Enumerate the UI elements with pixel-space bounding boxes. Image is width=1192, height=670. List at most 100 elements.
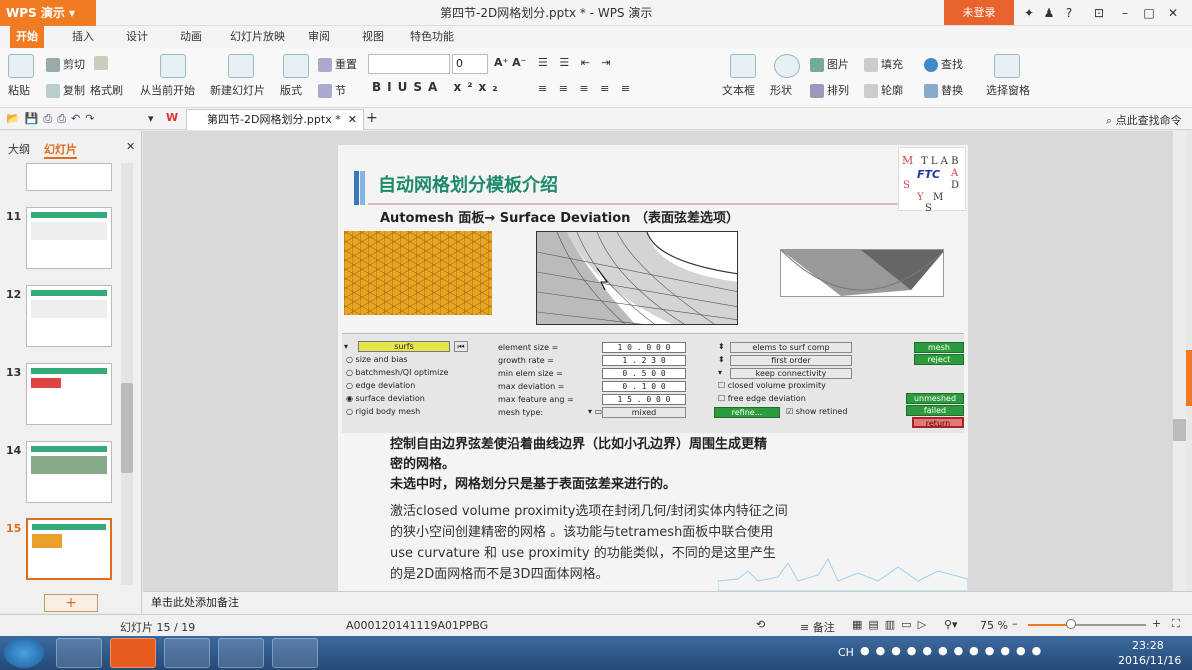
tab-view[interactable]: 视图 <box>356 26 390 48</box>
dropdown-icon[interactable]: ▾ <box>718 368 722 377</box>
app-3[interactable] <box>164 638 210 668</box>
paste-button[interactable]: 粘贴 <box>8 82 30 98</box>
textbox-icon[interactable] <box>730 54 756 78</box>
shirt-icon[interactable]: ♟ <box>1040 4 1058 22</box>
canvas-scrollbar[interactable] <box>1173 131 1186 591</box>
maximize-icon[interactable]: □ <box>1140 4 1158 22</box>
toggle-icon[interactable]: ⬍ <box>718 355 725 364</box>
zoom-fit-icon[interactable]: ⚲▾ <box>944 618 958 631</box>
refine-button[interactable]: refine... <box>714 407 780 418</box>
command-search[interactable]: ⌕ 点此查找命令 <box>1106 112 1182 128</box>
paste-icon[interactable] <box>8 54 34 78</box>
zoom-in-icon[interactable]: + <box>1152 617 1161 630</box>
toggle-icon[interactable]: ⬍ <box>718 342 725 351</box>
notes-area[interactable]: 单击此处添加备注 <box>143 591 1192 614</box>
free-edge-deviation-checkbox[interactable]: ☐ free edge deviation <box>718 394 806 403</box>
radio-edge-deviation[interactable]: ○ edge deviation <box>346 381 415 390</box>
from-current-button[interactable]: 从当前开始 <box>140 82 195 98</box>
zoom-out-icon[interactable]: – <box>1012 617 1018 630</box>
fill-button[interactable]: 填充 <box>864 56 903 72</box>
clock-time[interactable]: 23:28 <box>1132 639 1164 652</box>
radio-batchmesh[interactable]: ○ batchmesh/QI optimize <box>346 368 448 377</box>
slide-thumb-14[interactable] <box>26 441 112 503</box>
layout-button[interactable]: 版式 <box>280 82 302 98</box>
tab-features[interactable]: 特色功能 <box>404 26 460 48</box>
return-button[interactable]: return <box>912 417 964 428</box>
keep-connectivity-select[interactable]: keep connectivity <box>730 368 852 379</box>
restore-ribbon-icon[interactable]: ⊡ <box>1090 4 1108 22</box>
font-style-group[interactable]: BIUSA x²x₂ <box>372 80 503 94</box>
notes-toggle[interactable]: ≡ 备注 <box>800 619 835 635</box>
reset-button[interactable]: 重置 <box>318 56 357 72</box>
first-order-toggle[interactable]: first order <box>730 355 852 366</box>
wps-menu-button[interactable]: WPS 演示 ▾ <box>0 0 96 26</box>
arrange-button[interactable]: 排列 <box>810 82 849 98</box>
wps-app[interactable] <box>110 638 156 668</box>
document-tab[interactable]: 第四节-2D网格划分.pptx * ✕ <box>186 109 364 130</box>
reject-button[interactable]: reject <box>914 354 964 365</box>
outline-button[interactable]: 轮廓 <box>864 82 903 98</box>
surfs-selector[interactable]: surfs <box>358 341 450 352</box>
font-name-input[interactable] <box>368 54 450 74</box>
language-indicator[interactable]: CH <box>838 646 854 659</box>
format-painter-button[interactable]: 格式刷 <box>90 82 123 98</box>
copy-button[interactable]: 复制 <box>46 82 85 98</box>
mesh-type-select[interactable]: mixed <box>602 407 686 418</box>
section-button[interactable]: 节 <box>318 82 346 98</box>
tab-review[interactable]: 审阅 <box>302 26 336 48</box>
view-buttons[interactable]: ▦▤▥▭▷ <box>852 618 932 631</box>
reset-selection-icon[interactable]: ⏮ <box>454 341 468 352</box>
min-elem-size-field[interactable]: 0 . 5 0 0 <box>602 368 686 379</box>
tab-slides[interactable]: 幻灯片 <box>44 141 77 159</box>
failed-button[interactable]: failed <box>906 405 964 416</box>
explorer-app[interactable] <box>56 638 102 668</box>
slide-thumb-13[interactable] <box>26 363 112 425</box>
shape-icon[interactable] <box>774 54 800 78</box>
tab-insert[interactable]: 插入 <box>66 26 100 48</box>
picture-button[interactable]: 图片 <box>810 56 849 72</box>
list-icons[interactable]: ☰ ☰ ⇤ ⇥ <box>538 56 615 69</box>
slide-thumb-10[interactable] <box>26 163 112 191</box>
tab-animation[interactable]: 动画 <box>174 26 208 48</box>
textbox-button[interactable]: 文本框 <box>722 82 755 98</box>
skin-icon[interactable]: ✦ <box>1020 4 1038 22</box>
align-icons[interactable]: ≡ ≡ ≡ ≡ ≡ <box>538 82 634 95</box>
new-tab-icon[interactable]: + <box>366 110 378 126</box>
start-button[interactable] <box>4 638 44 668</box>
new-slide-icon[interactable] <box>228 54 254 78</box>
select-pane-icon[interactable] <box>994 54 1020 78</box>
shape-button[interactable]: 形状 <box>770 82 792 98</box>
mesh-button[interactable]: mesh <box>914 342 964 353</box>
quick-dropdown-icon[interactable]: ▾ <box>148 112 154 125</box>
tray-icons[interactable]: ●●●●●●●●●●●● <box>860 644 1047 657</box>
play-from-current-icon[interactable] <box>160 54 186 78</box>
current-slide[interactable]: 自动网格划分模板介绍 Automesh 面板→ Surface Deviatio… <box>338 145 968 591</box>
slide-thumb-12[interactable] <box>26 285 112 347</box>
cut-button[interactable]: 剪切 <box>46 56 85 72</box>
clock-date[interactable]: 2016/11/16 <box>1118 654 1181 667</box>
closed-volume-proximity-checkbox[interactable]: ☐ closed volume proximity <box>718 381 826 390</box>
help-icon[interactable]: ? <box>1060 4 1078 22</box>
restore-icon[interactable]: ⟲ <box>756 618 765 631</box>
layout-icon[interactable] <box>283 54 309 78</box>
max-deviation-field[interactable]: 0 . 1 0 0 <box>602 381 686 392</box>
element-size-field[interactable]: 1 0 . 0 0 0 <box>602 342 686 353</box>
minimize-icon[interactable]: – <box>1116 4 1134 22</box>
max-feature-ang-field[interactable]: 1 5 . 0 0 0 <box>602 394 686 405</box>
radio-surface-deviation[interactable]: ◉ surface deviation <box>346 394 425 403</box>
quick-access-icons[interactable]: 📂💾⎙⎙↶↷ <box>6 112 99 126</box>
tab-design[interactable]: 设计 <box>120 26 154 48</box>
radio-size-and-bias[interactable]: ○ size and bias <box>346 355 408 364</box>
tab-slideshow[interactable]: 幻灯片放映 <box>224 26 291 48</box>
replace-button[interactable]: 替换 <box>924 82 963 98</box>
growth-rate-field[interactable]: 1 . 2 3 0 <box>602 355 686 366</box>
browser-app[interactable] <box>218 638 264 668</box>
mesh-type-dropdown-icon[interactable]: ▾ ▭ <box>588 407 602 416</box>
close-panel-icon[interactable]: ✕ <box>126 140 135 153</box>
close-icon[interactable]: ✕ <box>1164 4 1182 22</box>
tab-outline[interactable]: 大纲 <box>8 141 30 157</box>
format-painter-icon[interactable] <box>94 56 111 70</box>
paint-app[interactable] <box>272 638 318 668</box>
unmeshed-button[interactable]: unmeshed <box>906 393 964 404</box>
slide-thumb-15[interactable] <box>26 518 112 580</box>
